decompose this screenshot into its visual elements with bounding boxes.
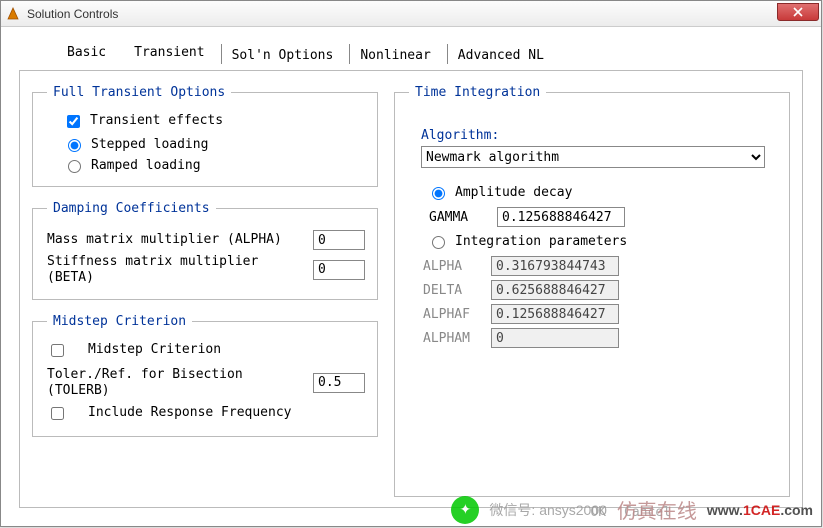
stepped-loading-radio[interactable] bbox=[68, 139, 81, 152]
algorithm-label: Algorithm: bbox=[421, 128, 777, 143]
alpham-input bbox=[491, 328, 619, 348]
tab-soln-options[interactable]: Sol'n Options bbox=[221, 44, 346, 64]
tab-advanced-nl[interactable]: Advanced NL bbox=[447, 44, 556, 64]
full-transient-legend: Full Transient Options bbox=[47, 85, 231, 100]
close-icon bbox=[793, 7, 803, 17]
tab-basic[interactable]: Basic bbox=[55, 41, 118, 64]
tab-panel: Full Transient Options Transient effects… bbox=[19, 70, 803, 508]
alpha-label: ALPHA bbox=[413, 259, 491, 274]
alphaf-input bbox=[491, 304, 619, 324]
mass-alpha-label: Mass matrix multiplier (ALPHA) bbox=[47, 232, 313, 248]
transient-effects-checkbox[interactable] bbox=[67, 115, 80, 128]
midstep-criterion-label: Midstep Criterion bbox=[74, 342, 221, 357]
delta-label: DELTA bbox=[413, 283, 491, 298]
content-area: Basic Transient Sol'n Options Nonlinear … bbox=[1, 27, 821, 526]
gamma-input[interactable] bbox=[497, 207, 625, 227]
left-column: Full Transient Options Transient effects… bbox=[32, 85, 378, 497]
tolerb-label: Toler./Ref. for Bisection (TOLERB) bbox=[47, 367, 313, 398]
integration-params-radio[interactable] bbox=[432, 236, 445, 249]
close-button[interactable] bbox=[777, 3, 819, 21]
window-title: Solution Controls bbox=[27, 7, 118, 21]
midstep-legend: Midstep Criterion bbox=[47, 314, 192, 329]
stiff-beta-input[interactable] bbox=[313, 260, 365, 280]
delta-input bbox=[491, 280, 619, 300]
tabs: Basic Transient Sol'n Options Nonlinear … bbox=[55, 41, 803, 64]
alpha-input bbox=[491, 256, 619, 276]
include-response-label: Include Response Frequency bbox=[74, 405, 292, 420]
include-response-checkbox[interactable] bbox=[51, 407, 64, 420]
integration-params-label: Integration parameters bbox=[455, 234, 627, 249]
tab-transient[interactable]: Transient bbox=[122, 41, 216, 64]
algorithm-select[interactable]: Newmark algorithm bbox=[421, 146, 765, 168]
solution-controls-window: Solution Controls Basic Transient Sol'n … bbox=[0, 0, 822, 527]
ramped-loading-label: Ramped loading bbox=[91, 158, 201, 173]
amplitude-decay-label: Amplitude decay bbox=[455, 185, 572, 200]
midstep-criterion-group: Midstep Criterion Midstep Criterion Tole… bbox=[32, 314, 378, 437]
tolerb-input[interactable] bbox=[313, 373, 365, 393]
alpham-label: ALPHAM bbox=[413, 331, 491, 346]
mass-alpha-input[interactable] bbox=[313, 230, 365, 250]
cancel-button[interactable]: Cancel bbox=[624, 505, 671, 520]
midstep-criterion-checkbox[interactable] bbox=[51, 344, 64, 357]
damping-legend: Damping Coefficients bbox=[47, 201, 216, 216]
right-column: Time Integration Algorithm: Newmark algo… bbox=[394, 85, 790, 497]
time-integration-group: Time Integration Algorithm: Newmark algo… bbox=[394, 85, 790, 497]
titlebar: Solution Controls bbox=[1, 1, 821, 27]
ok-button[interactable]: OK bbox=[590, 505, 606, 520]
stepped-loading-label: Stepped loading bbox=[91, 137, 208, 152]
transient-effects-label: Transient effects bbox=[90, 113, 223, 128]
footer-buttons: OK Cancel bbox=[590, 505, 671, 520]
amplitude-decay-radio[interactable] bbox=[432, 187, 445, 200]
damping-coefficients-group: Damping Coefficients Mass matrix multipl… bbox=[32, 201, 378, 300]
tab-nonlinear[interactable]: Nonlinear bbox=[349, 44, 442, 64]
gamma-label: GAMMA bbox=[419, 210, 497, 225]
time-integration-legend: Time Integration bbox=[409, 85, 546, 100]
app-icon bbox=[5, 6, 21, 22]
full-transient-options-group: Full Transient Options Transient effects… bbox=[32, 85, 378, 187]
alphaf-label: ALPHAF bbox=[413, 307, 491, 322]
stiff-beta-label: Stiffness matrix multiplier (BETA) bbox=[47, 254, 313, 285]
ramped-loading-radio[interactable] bbox=[68, 160, 81, 173]
